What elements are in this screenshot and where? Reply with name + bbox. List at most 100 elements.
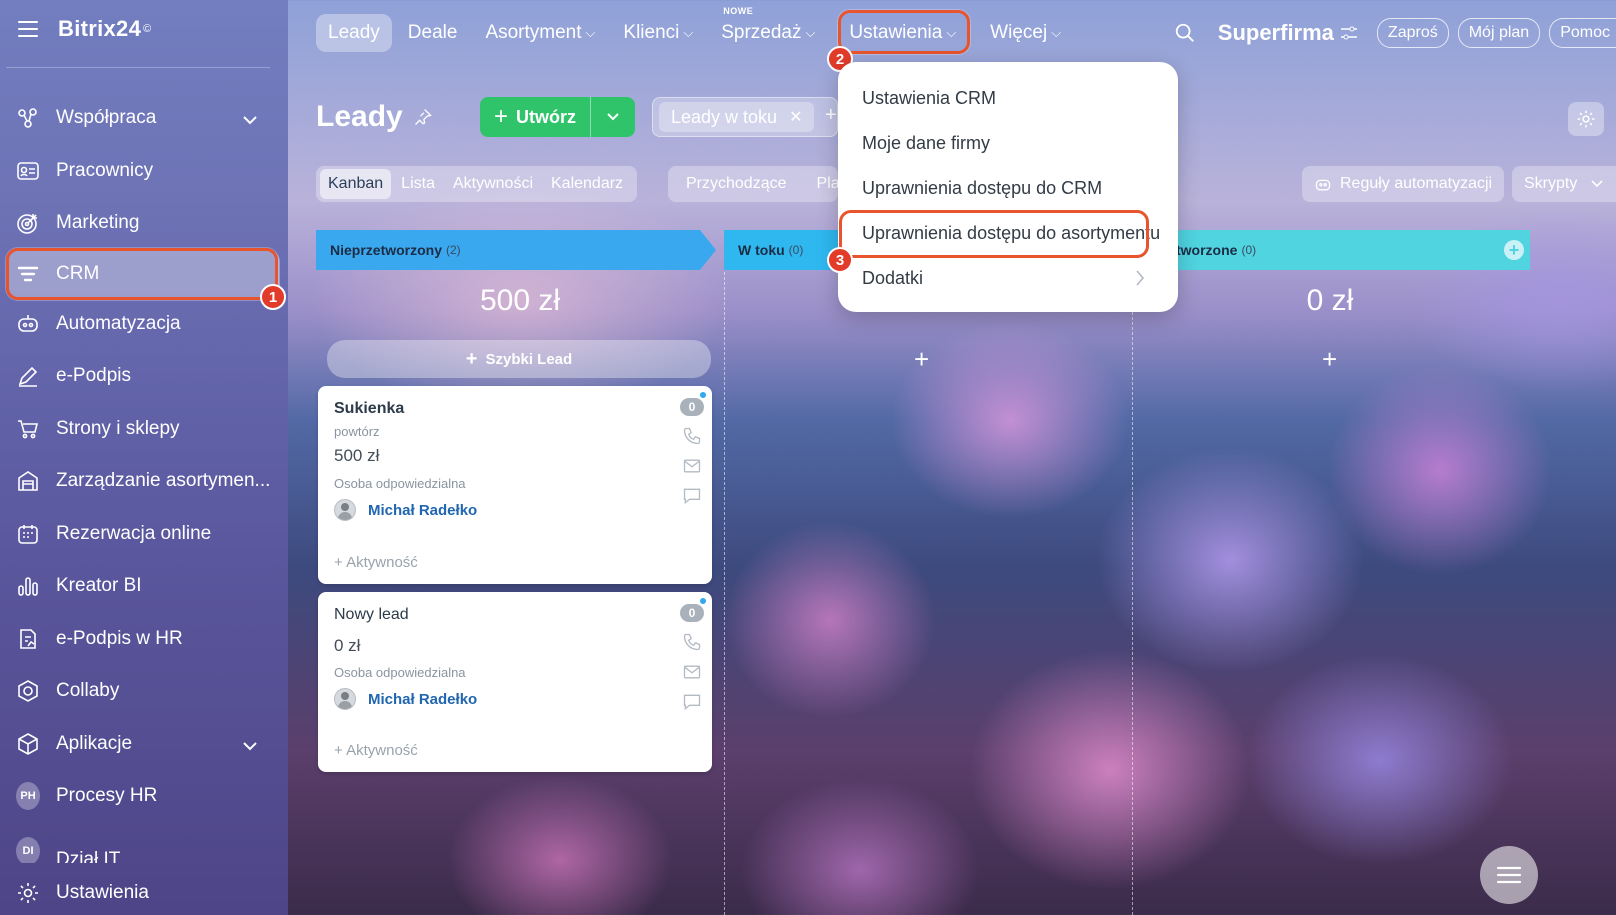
column-count: (0) bbox=[788, 243, 804, 257]
mail-icon[interactable] bbox=[682, 662, 702, 682]
unread-dot bbox=[700, 598, 706, 604]
avatar[interactable] bbox=[334, 688, 356, 710]
sidebar-item-e-podpis[interactable]: e-Podpis bbox=[0, 350, 288, 403]
plus-icon[interactable]: + bbox=[825, 104, 837, 127]
avatar: DI bbox=[16, 836, 40, 863]
kanban-card[interactable]: Nowy lead 0 zł Osoba odpowiedzialna Mich… bbox=[318, 592, 712, 772]
bar-chart-icon bbox=[16, 574, 40, 598]
card-user[interactable]: Michał Radełko bbox=[368, 502, 477, 519]
menu-item-moje-dane-firmy[interactable]: Moje dane firmy bbox=[862, 133, 990, 154]
tab-asortyment[interactable]: Asortyment ⌵ bbox=[473, 14, 607, 52]
mail-icon[interactable] bbox=[682, 456, 702, 476]
card-user[interactable]: Michał Radełko bbox=[368, 691, 477, 708]
chevron-down-icon[interactable] bbox=[242, 736, 258, 758]
menu-burger-icon[interactable] bbox=[18, 21, 38, 37]
sidebar-item-label: Współpraca bbox=[56, 107, 157, 129]
add-item-tworzone-button[interactable]: + bbox=[1322, 344, 1337, 375]
chevron-down-icon[interactable] bbox=[242, 110, 258, 132]
card-amount: 500 zł bbox=[334, 446, 380, 465]
sidebar-item-asortyment[interactable]: Zarządzanie asortymen... bbox=[0, 455, 288, 508]
sidebar-item-label: Pracownicy bbox=[56, 159, 154, 181]
view-przychodzace[interactable]: Przychodzące bbox=[686, 175, 787, 193]
create-button[interactable]: + Utwórz bbox=[480, 97, 635, 137]
menu-item-dodatki[interactable]: Dodatki bbox=[862, 268, 923, 289]
scroll-menu-button[interactable] bbox=[1480, 846, 1538, 904]
sidebar-item-automatyzacja[interactable]: Automatyzacja bbox=[0, 298, 288, 351]
target-icon bbox=[16, 211, 40, 235]
warehouse-icon bbox=[16, 469, 40, 493]
sidebar-item-kreator-bi[interactable]: Kreator BI bbox=[0, 560, 288, 613]
list-icon bbox=[1496, 865, 1522, 885]
sidebar-item-marketing[interactable]: Marketing bbox=[0, 197, 288, 250]
view-kalendarz[interactable]: Kalendarz bbox=[543, 169, 631, 199]
highlight-ustawienia-tab bbox=[838, 10, 970, 54]
add-item-w-toku-button[interactable]: + bbox=[914, 344, 929, 375]
filter-search[interactable]: Leady w toku ✕ + bbox=[652, 97, 838, 137]
scripts-button[interactable]: Skrypty bbox=[1512, 166, 1616, 202]
avatar[interactable] bbox=[334, 499, 356, 521]
add-activity-link[interactable]: + Aktywność bbox=[334, 554, 418, 571]
pen-icon bbox=[16, 364, 40, 388]
card-title[interactable]: Nowy lead bbox=[334, 606, 409, 624]
column-header-nieprzetworzony[interactable]: Nieprzetworzony (2) bbox=[316, 230, 716, 270]
pin-icon[interactable] bbox=[413, 107, 433, 127]
create-main[interactable]: + Utwórz bbox=[480, 97, 592, 137]
chat-icon[interactable] bbox=[682, 486, 702, 506]
view-switcher: Kanban Lista Aktywności Kalendarz bbox=[316, 166, 638, 202]
phone-icon[interactable] bbox=[682, 632, 702, 652]
view-kanban[interactable]: Kanban bbox=[320, 169, 392, 199]
cart-icon bbox=[16, 417, 40, 441]
sidebar-item-strony-i-sklepy[interactable]: Strony i sklepy bbox=[0, 403, 288, 456]
automation-rules-button[interactable]: Reguły automatyzacji bbox=[1302, 166, 1505, 202]
sidebar-item-e-podpis-hr[interactable]: e-Podpis w HR bbox=[0, 613, 288, 666]
view-planned[interactable]: Pla bbox=[817, 175, 839, 193]
tab-wiecej[interactable]: Więcej ⌵ bbox=[978, 14, 1073, 52]
search-icon[interactable] bbox=[1174, 22, 1196, 44]
quick-lead-button[interactable]: + Szybki Lead bbox=[327, 340, 711, 378]
settings-gear-button[interactable] bbox=[1568, 102, 1604, 136]
sidebar-item-pracownicy[interactable]: Pracownicy bbox=[0, 145, 288, 198]
phone-icon[interactable] bbox=[682, 426, 702, 446]
sidebar-item-aplikacje[interactable]: Aplikacje bbox=[0, 718, 288, 771]
sidebar-item-dzial-it[interactable]: DI Dział IT bbox=[0, 823, 288, 863]
dzial-it-avatar-wrap: DI bbox=[16, 836, 40, 863]
add-column-icon[interactable]: + bbox=[1504, 240, 1524, 260]
tab-klienci[interactable]: Klienci ⌵ bbox=[611, 14, 705, 52]
sidebar-item-label: Ustawienia bbox=[56, 881, 149, 903]
tab-leady[interactable]: Leady bbox=[316, 14, 392, 52]
sidebar-item-label: Marketing bbox=[56, 212, 140, 234]
sidebar-item-rezerwacja[interactable]: Rezerwacja online bbox=[0, 508, 288, 561]
chevron-down-icon[interactable] bbox=[591, 112, 635, 122]
invite-button[interactable]: Zaproś bbox=[1376, 18, 1449, 48]
kanban-card[interactable]: Sukienka powtórz 500 zł Osoba odpowiedzi… bbox=[318, 386, 712, 584]
column-header-tworzone[interactable]: tworzone (0) + bbox=[1160, 230, 1530, 270]
filter-chip[interactable]: Leady w toku ✕ bbox=[659, 102, 815, 132]
chevron-down-icon: ⌵ bbox=[1051, 25, 1062, 40]
help-button[interactable]: Pomoc bbox=[1549, 18, 1616, 48]
sidebar-item-procesy-hr[interactable]: PH Procesy HR bbox=[0, 770, 288, 823]
card-title[interactable]: Sukienka bbox=[334, 400, 404, 418]
column-count: (2) bbox=[446, 243, 461, 257]
close-icon[interactable]: ✕ bbox=[789, 107, 802, 127]
column-sum: 0 zł bbox=[1306, 284, 1354, 317]
sidebar-item-ustawienia[interactable]: Ustawienia bbox=[0, 867, 288, 915]
chevron-down-icon[interactable] bbox=[1591, 180, 1603, 188]
company-label: Superfirma bbox=[1217, 20, 1334, 45]
company-name[interactable]: Superfirma bbox=[1218, 20, 1358, 46]
menu-item-ustawienia-crm[interactable]: Ustawienia CRM bbox=[862, 88, 996, 109]
view-lista[interactable]: Lista bbox=[393, 169, 443, 199]
sidebar-item-collaby[interactable]: Collaby bbox=[0, 665, 288, 718]
view-aktywnosci[interactable]: Aktywności bbox=[445, 169, 541, 199]
logo-mark: © bbox=[143, 23, 152, 35]
column-header-w-toku[interactable]: W toku (0) bbox=[724, 230, 844, 270]
menu-item-uprawnienia-crm[interactable]: Uprawnienia dostępu do CRM bbox=[862, 178, 1102, 199]
sidebar: Bitrix24 © Współpraca Pracownicy Marketi… bbox=[0, 0, 288, 915]
my-plan-button[interactable]: Mój plan bbox=[1457, 18, 1541, 48]
tab-deale[interactable]: Deale bbox=[396, 14, 470, 52]
chat-icon[interactable] bbox=[682, 692, 702, 712]
procesy-hr-avatar-wrap: PH bbox=[16, 782, 40, 811]
tab-sprzedaz[interactable]: NOWE Sprzedaż ⌵ bbox=[709, 6, 827, 52]
sidebar-item-wspolpraca[interactable]: Współpraca bbox=[0, 92, 288, 145]
sidebar-item-label: Procesy HR bbox=[56, 785, 158, 807]
add-activity-link[interactable]: + Aktywność bbox=[334, 742, 418, 759]
